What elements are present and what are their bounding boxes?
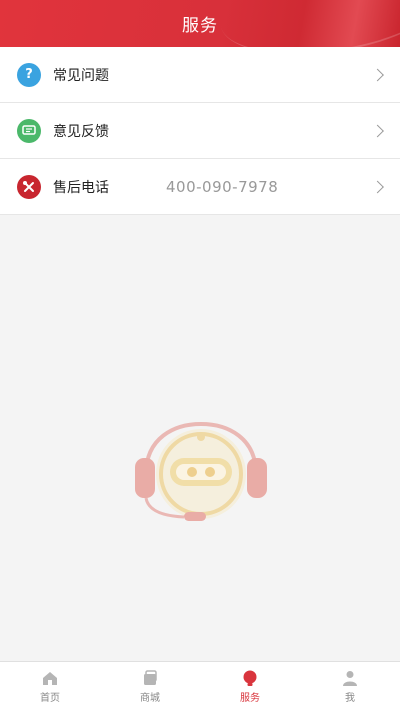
bottom-tab-bar: 首页 商城 服务 我	[0, 661, 400, 711]
tab-label: 首页	[40, 693, 60, 704]
header-bar: 服务	[0, 0, 400, 47]
menu-item-faq[interactable]: ? 常见问题	[0, 47, 400, 103]
tab-home[interactable]: 首页	[0, 662, 100, 711]
tab-me[interactable]: 我	[300, 662, 400, 711]
user-icon	[343, 671, 357, 686]
robot-support-icon	[135, 422, 267, 521]
tab-label: 我	[345, 693, 355, 704]
menu-item-aftersales-phone[interactable]: 售后电话 400-090-7978	[0, 159, 400, 215]
menu-item-label: 常见问题	[53, 67, 109, 84]
tab-service[interactable]: 服务	[200, 662, 300, 711]
menu-item-label: 意见反馈	[53, 123, 109, 140]
tools-icon	[17, 174, 41, 199]
service-menu: ? 常见问题 意见反馈 售后电话 400-090-7978	[0, 47, 400, 215]
chevron-right-icon	[371, 180, 384, 193]
service-icon	[243, 670, 257, 686]
page-title: 服务	[182, 16, 218, 36]
home-icon	[43, 672, 57, 685]
question-icon: ?	[17, 62, 41, 87]
phone-number[interactable]: 400-090-7978	[166, 178, 278, 196]
tab-label: 商城	[140, 693, 160, 704]
tab-store[interactable]: 商城	[100, 662, 200, 711]
menu-item-label: 售后电话	[53, 179, 109, 196]
chevron-right-icon	[371, 68, 384, 81]
tab-label: 服务	[240, 693, 260, 704]
menu-item-feedback[interactable]: 意见反馈	[0, 103, 400, 159]
chevron-right-icon	[371, 124, 384, 137]
feedback-icon	[17, 118, 41, 143]
store-icon	[144, 670, 157, 685]
